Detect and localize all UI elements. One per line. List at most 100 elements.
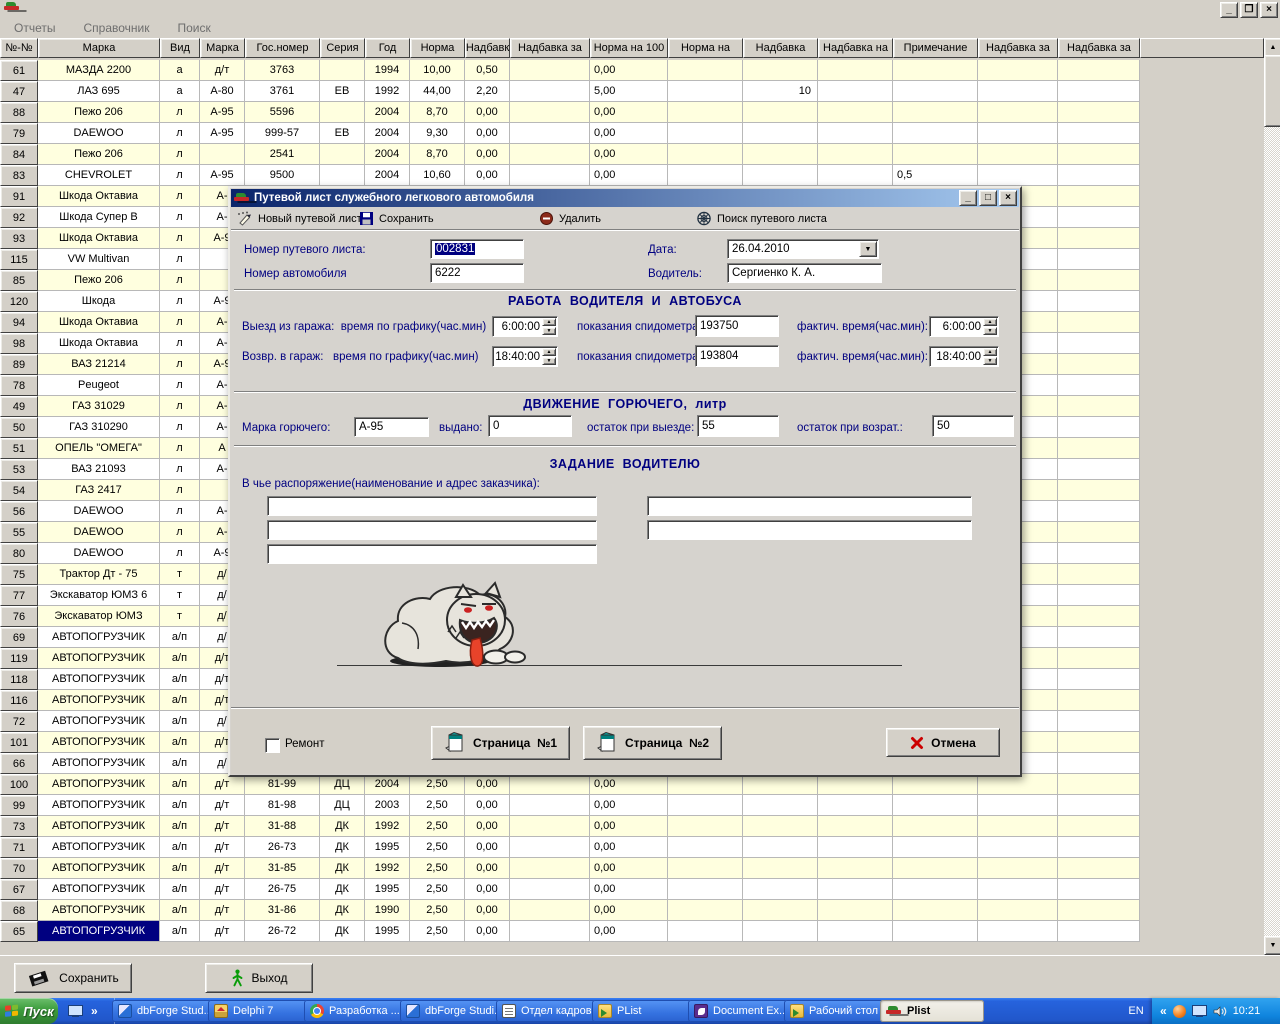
table-cell[interactable] <box>893 795 978 816</box>
table-cell[interactable] <box>893 900 978 921</box>
column-header[interactable]: Надбавка за <box>1058 38 1140 58</box>
taskbar-task-рабочий-стол[interactable]: Рабочий стол <box>784 1000 888 1022</box>
table-cell[interactable]: 2004 <box>365 774 410 795</box>
table-cell[interactable] <box>1058 543 1140 564</box>
table-cell[interactable] <box>510 795 590 816</box>
table-cell[interactable]: 1994 <box>365 60 410 81</box>
repair-checkbox[interactable] <box>265 738 280 753</box>
table-cell[interactable] <box>978 774 1058 795</box>
table-row[interactable]: 84Пежо 206л254120048,700,000,00 <box>0 144 1152 165</box>
table-cell[interactable]: а/п <box>160 669 200 690</box>
column-header[interactable]: Надбавка за <box>978 38 1058 58</box>
table-cell[interactable]: 0,00 <box>590 900 668 921</box>
row-header-cell[interactable]: 77 <box>0 585 38 606</box>
table-cell[interactable] <box>818 144 893 165</box>
search-waybill-button[interactable]: Поиск путевого листа <box>696 209 827 228</box>
table-cell[interactable]: 0,00 <box>590 60 668 81</box>
table-cell[interactable] <box>668 837 743 858</box>
page1-button[interactable]: Страница №1 <box>431 726 570 760</box>
table-cell[interactable]: 2,50 <box>410 858 465 879</box>
table-cell[interactable] <box>1058 900 1140 921</box>
table-cell[interactable] <box>668 102 743 123</box>
column-header[interactable]: Надбавка за <box>510 38 590 58</box>
table-cell[interactable] <box>1058 102 1140 123</box>
table-cell[interactable]: л <box>160 333 200 354</box>
table-cell[interactable] <box>743 165 818 186</box>
table-cell[interactable]: Peugeot <box>38 375 160 396</box>
table-cell[interactable] <box>320 144 365 165</box>
fuel-issued-input[interactable]: 0 <box>488 415 572 437</box>
table-cell[interactable] <box>743 774 818 795</box>
table-cell[interactable]: 2004 <box>365 144 410 165</box>
table-cell[interactable] <box>978 795 1058 816</box>
car-number-input[interactable]: 6222 <box>430 263 524 283</box>
table-row[interactable]: 88Пежо 206лА-95559620048,700,000,00 <box>0 102 1152 123</box>
table-row[interactable]: 47ЛАЗ 695аА-803761ЕВ199244,002,205,0010 <box>0 81 1152 102</box>
taskbar-task-plist[interactable]: PList <box>592 1000 696 1022</box>
table-cell[interactable]: 0,00 <box>465 165 510 186</box>
table-cell[interactable]: а/п <box>160 795 200 816</box>
table-cell[interactable]: л <box>160 207 200 228</box>
table-cell[interactable] <box>978 837 1058 858</box>
table-cell[interactable] <box>978 102 1058 123</box>
column-header[interactable]: Норма на 100 <box>590 38 668 58</box>
table-cell[interactable]: л <box>160 249 200 270</box>
fuel-rest-out-input[interactable]: 55 <box>697 415 779 437</box>
table-cell[interactable] <box>320 60 365 81</box>
spin-up-icon[interactable]: ▲ <box>542 348 556 356</box>
table-cell[interactable]: Трактор Дт - 75 <box>38 564 160 585</box>
table-cell[interactable]: DAEWOO <box>38 543 160 564</box>
row-header-cell[interactable]: 61 <box>0 60 38 81</box>
table-cell[interactable]: 1995 <box>365 879 410 900</box>
table-cell[interactable] <box>1058 270 1140 291</box>
column-header[interactable]: Серия <box>320 38 365 58</box>
table-cell[interactable] <box>743 102 818 123</box>
table-cell[interactable]: а <box>160 81 200 102</box>
table-cell[interactable]: АВТОПОГРУЗЧИК <box>38 879 160 900</box>
table-cell[interactable]: 999-57 <box>245 123 320 144</box>
table-row[interactable]: 100АВТОПОГРУЗЧИКа/пд/т81-99ДЦ20042,500,0… <box>0 774 1152 795</box>
table-cell[interactable] <box>818 60 893 81</box>
table-cell[interactable]: 5,00 <box>590 81 668 102</box>
table-cell[interactable]: Пежо 206 <box>38 270 160 291</box>
dialog-save-button[interactable]: Сохранить <box>359 209 434 228</box>
table-cell[interactable]: л <box>160 417 200 438</box>
table-cell[interactable]: 2,50 <box>410 837 465 858</box>
date-combobox[interactable]: 26.04.2010 ▼ <box>727 239 879 259</box>
table-cell[interactable]: 2,50 <box>410 774 465 795</box>
table-cell[interactable]: АВТОПОГРУЗЧИК <box>38 921 160 942</box>
table-cell[interactable]: АВТОПОГРУЗЧИК <box>38 837 160 858</box>
table-cell[interactable] <box>1058 480 1140 501</box>
column-header[interactable]: Год <box>365 38 410 58</box>
row-header-cell[interactable]: 120 <box>0 291 38 312</box>
date-dropdown-icon[interactable]: ▼ <box>859 241 877 257</box>
spin-down-icon[interactable]: ▼ <box>983 357 997 365</box>
table-cell[interactable]: АВТОПОГРУЗЧИК <box>38 900 160 921</box>
table-cell[interactable] <box>818 921 893 942</box>
table-cell[interactable]: Шкода Супер В <box>38 207 160 228</box>
table-cell[interactable]: 10,00 <box>410 60 465 81</box>
row-header-cell[interactable]: 53 <box>0 459 38 480</box>
table-cell[interactable]: 1992 <box>365 81 410 102</box>
table-cell[interactable] <box>510 102 590 123</box>
table-cell[interactable]: а/п <box>160 837 200 858</box>
row-header-cell[interactable]: 50 <box>0 417 38 438</box>
table-cell[interactable]: 2,50 <box>410 879 465 900</box>
table-cell[interactable] <box>893 102 978 123</box>
table-cell[interactable]: ДК <box>320 921 365 942</box>
return-fact-spinner[interactable]: 18:40:00 ▲▼ <box>929 346 999 367</box>
table-cell[interactable] <box>818 774 893 795</box>
table-cell[interactable] <box>1058 501 1140 522</box>
table-cell[interactable]: 81-99 <box>245 774 320 795</box>
table-cell[interactable]: т <box>160 606 200 627</box>
table-cell[interactable]: 2004 <box>365 165 410 186</box>
table-cell[interactable]: 9500 <box>245 165 320 186</box>
table-cell[interactable]: л <box>160 396 200 417</box>
menu-item[interactable]: Справочник <box>83 21 149 35</box>
table-cell[interactable] <box>668 921 743 942</box>
table-cell[interactable]: Пежо 206 <box>38 144 160 165</box>
table-cell[interactable] <box>978 900 1058 921</box>
table-cell[interactable] <box>510 879 590 900</box>
table-cell[interactable] <box>978 123 1058 144</box>
table-cell[interactable]: ДК <box>320 816 365 837</box>
